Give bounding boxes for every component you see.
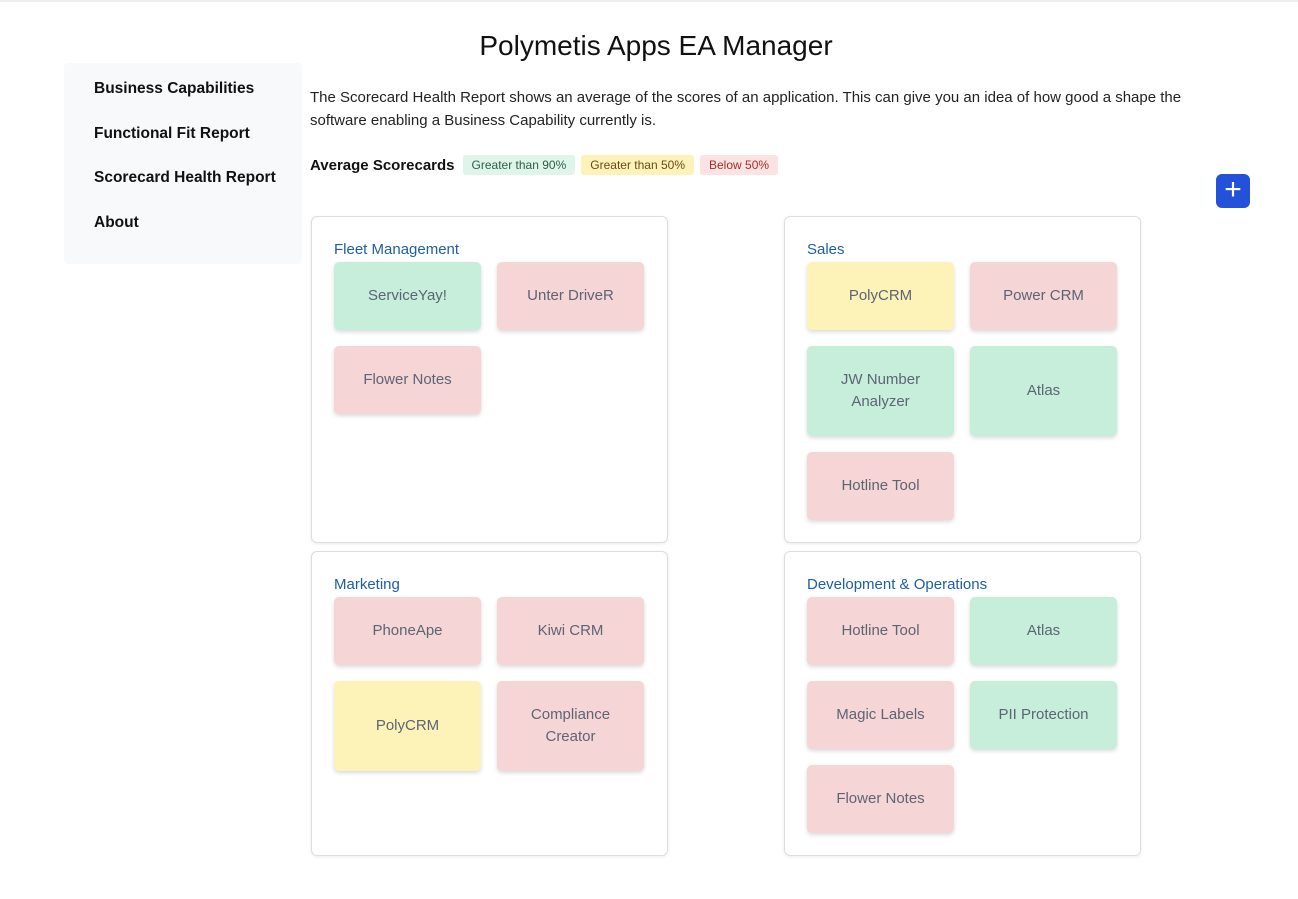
capability-panel: Development & Operations Hotline Tool Atla…: [784, 551, 1141, 856]
app-tile[interactable]: Flower Notes: [807, 765, 954, 833]
app-tile[interactable]: Compliance Creator: [497, 681, 644, 771]
add-button[interactable]: +: [1216, 174, 1250, 208]
app-tile[interactable]: PolyCRM: [334, 681, 481, 771]
app-tile[interactable]: JW Number Analyzer: [807, 346, 954, 436]
capability-panel: Sales PolyCRM Power CRM JW Number Analyzer A…: [784, 216, 1141, 543]
app-tiles: Hotline Tool Atlas Magic Labels PII Protect…: [807, 597, 1127, 833]
app-tile[interactable]: Flower Notes: [334, 346, 481, 414]
page-title: Polymetis Apps EA Manager: [479, 30, 833, 61]
sidebar-item-scorecard-health-report[interactable]: Scorecard Health Report: [94, 169, 302, 214]
app-tile[interactable]: ServiceYay!: [334, 262, 481, 330]
app-tiles: PolyCRM Power CRM JW Number Analyzer Atlas H…: [807, 262, 1127, 520]
badge-low: Below 50%: [700, 155, 779, 175]
app-tiles: ServiceYay! Unter DriveR Flower Notes: [334, 262, 654, 414]
sidebar: Business Capabilities Functional Fit Rep…: [64, 63, 302, 264]
capability-title: Sales: [807, 241, 845, 258]
app-tile[interactable]: PolyCRM: [807, 262, 954, 330]
app-tile[interactable]: PhoneApe: [334, 597, 481, 665]
legend-label: Average Scorecards: [310, 156, 455, 174]
sidebar-item-about[interactable]: About: [94, 214, 302, 259]
app-tiles: PhoneApe Kiwi CRM PolyCRM Compliance Creato…: [334, 597, 654, 771]
app-tile[interactable]: Hotline Tool: [807, 452, 954, 520]
report-description: The Scorecard Health Report shows an ave…: [310, 89, 1182, 129]
capability-panel: Fleet Management ServiceYay! Unter DriveR F…: [311, 216, 668, 543]
app-tile[interactable]: Power CRM: [970, 262, 1117, 330]
capability-panel: Marketing PhoneApe Kiwi CRM PolyCRM Complian…: [311, 551, 668, 856]
app-tile[interactable]: Hotline Tool: [807, 597, 954, 665]
app-tile[interactable]: Atlas: [970, 346, 1117, 436]
capability-title: Development & Operations: [807, 576, 988, 593]
app-tile[interactable]: PII Protection: [970, 681, 1117, 749]
badge-high: Greater than 90%: [462, 155, 576, 175]
capability-title: Fleet Management: [334, 241, 460, 258]
app-tile[interactable]: Magic Labels: [807, 681, 954, 749]
app-tile[interactable]: Kiwi CRM: [497, 597, 644, 665]
badge-mid: Greater than 50%: [581, 155, 694, 175]
legend: Average Scorecards Greater than 90% Grea…: [310, 155, 779, 175]
app-tile[interactable]: Atlas: [970, 597, 1117, 665]
sidebar-item-business-capabilities[interactable]: Business Capabilities: [94, 80, 302, 125]
capability-title: Marketing: [334, 576, 400, 593]
sidebar-item-functional-fit-report[interactable]: Functional Fit Report: [94, 125, 302, 170]
app-tile[interactable]: Unter DriveR: [497, 262, 644, 330]
